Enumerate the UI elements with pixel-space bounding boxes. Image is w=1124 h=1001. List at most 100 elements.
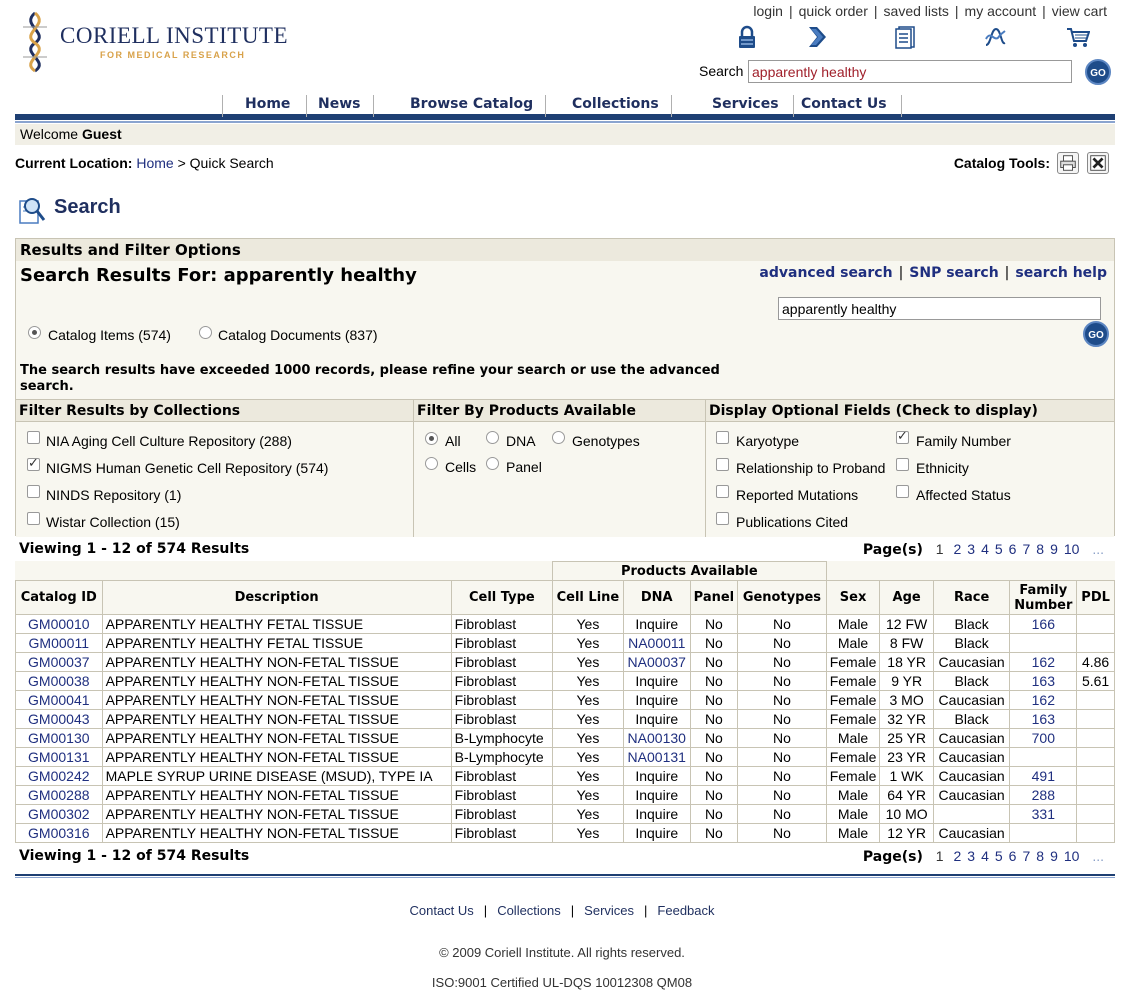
col-panel[interactable]: Panel: [689, 580, 739, 615]
page-link[interactable]: 8: [1036, 848, 1044, 864]
footer-contact-us[interactable]: Contact Us: [409, 903, 473, 918]
saved-lists-link[interactable]: saved lists: [884, 3, 949, 19]
cell-catalog-id[interactable]: GM00038: [28, 673, 89, 689]
excel-icon[interactable]: [1087, 152, 1109, 174]
page-link[interactable]: 2: [953, 848, 961, 864]
col-dna[interactable]: DNA: [622, 580, 691, 615]
cell-catalog-id[interactable]: GM00288: [28, 787, 89, 803]
dna-icon[interactable]: [983, 25, 1007, 49]
page-link[interactable]: 4: [981, 848, 989, 864]
view-cart-link[interactable]: view cart: [1052, 3, 1107, 19]
cell-dna[interactable]: NA00037: [628, 654, 686, 670]
field-relationship-checkbox[interactable]: [716, 458, 729, 471]
col-family-number[interactable]: Family Number: [1009, 580, 1078, 615]
page-link[interactable]: 7: [1022, 541, 1030, 557]
cell-family-number[interactable]: 700: [1032, 730, 1055, 746]
field-karyotype-checkbox[interactable]: [716, 431, 729, 444]
advanced-search-link[interactable]: advanced search: [759, 265, 892, 281]
cell-catalog-id[interactable]: GM00242: [28, 768, 89, 784]
product-dna-radio[interactable]: [486, 431, 499, 444]
refine-search-input[interactable]: [778, 297, 1101, 320]
cell-dna[interactable]: NA00131: [628, 749, 686, 765]
field-ethnicity-checkbox[interactable]: [896, 458, 909, 471]
cell-family-number[interactable]: 288: [1032, 787, 1055, 803]
cell-catalog-id[interactable]: GM00041: [28, 692, 89, 708]
nav-news[interactable]: News: [305, 95, 375, 117]
header-search-input[interactable]: [748, 60, 1072, 83]
field-publications-checkbox[interactable]: [716, 512, 729, 525]
footer-services[interactable]: Services: [584, 903, 634, 918]
cell-catalog-id[interactable]: GM00316: [28, 825, 89, 841]
page-link[interactable]: 7: [1022, 848, 1030, 864]
footer-feedback[interactable]: Feedback: [657, 903, 714, 918]
product-cells-radio[interactable]: [425, 457, 438, 470]
page-link[interactable]: 6: [1009, 541, 1017, 557]
snp-search-link[interactable]: SNP search: [909, 265, 998, 281]
field-family-number-checkbox[interactable]: [896, 428, 909, 444]
nav-home[interactable]: Home: [222, 95, 308, 117]
footer-collections[interactable]: Collections: [497, 903, 561, 918]
page-link[interactable]: 5: [995, 848, 1003, 864]
product-all-radio[interactable]: [425, 432, 438, 445]
quick-order-arrow-icon[interactable]: [805, 25, 829, 49]
page-link[interactable]: 10: [1064, 541, 1080, 557]
cart-icon[interactable]: [1066, 25, 1090, 49]
product-panel-radio[interactable]: [486, 457, 499, 470]
col-cell-type[interactable]: Cell Type: [450, 580, 554, 615]
cell-family-number[interactable]: 491: [1032, 768, 1055, 784]
nav-contact-us[interactable]: Contact Us: [787, 95, 902, 117]
header-go-button[interactable]: GO: [1085, 59, 1111, 85]
product-genotypes-radio[interactable]: [552, 431, 565, 444]
quick-order-link[interactable]: quick order: [799, 3, 868, 19]
cell-family-number[interactable]: 162: [1032, 692, 1055, 708]
cell-family-number[interactable]: 331: [1032, 806, 1055, 822]
page-link[interactable]: 3: [967, 848, 975, 864]
page-link[interactable]: 9: [1050, 848, 1058, 864]
col-race[interactable]: Race: [932, 580, 1011, 615]
cell-dna[interactable]: NA00011: [628, 635, 685, 651]
scope-catalog-items-radio[interactable]: [28, 326, 41, 339]
col-age[interactable]: Age: [879, 580, 934, 615]
cell-catalog-id[interactable]: GM00043: [28, 711, 89, 727]
nav-services[interactable]: Services: [698, 95, 794, 117]
cell-catalog-id[interactable]: GM00131: [28, 749, 89, 765]
cell-family-number[interactable]: 166: [1032, 616, 1055, 632]
col-sex[interactable]: Sex: [825, 580, 881, 615]
cell-catalog-id[interactable]: GM00037: [28, 654, 89, 670]
col-genotypes[interactable]: Genotypes: [737, 580, 827, 615]
col-description[interactable]: Description: [101, 580, 452, 615]
page-link[interactable]: 9: [1050, 541, 1058, 557]
collection-nia-checkbox[interactable]: [27, 431, 40, 444]
collection-wistar-checkbox[interactable]: [27, 512, 40, 525]
my-account-link[interactable]: my account: [965, 3, 1037, 19]
cell-family-number[interactable]: 162: [1032, 654, 1055, 670]
nav-collections[interactable]: Collections: [560, 95, 672, 117]
page-link[interactable]: 6: [1009, 848, 1017, 864]
refine-go-button[interactable]: GO: [1083, 321, 1109, 347]
cell-catalog-id[interactable]: GM00302: [28, 806, 89, 822]
lock-icon[interactable]: [735, 25, 759, 49]
field-reported-mutations-checkbox[interactable]: [716, 485, 729, 498]
cell-dna[interactable]: NA00130: [628, 730, 686, 746]
search-help-link[interactable]: search help: [1015, 265, 1107, 281]
page-link[interactable]: 10: [1064, 848, 1080, 864]
login-link[interactable]: login: [753, 3, 783, 19]
cell-catalog-id[interactable]: GM00010: [28, 616, 89, 632]
page-more-link[interactable]: ...: [1092, 848, 1104, 864]
nav-browse-catalog[interactable]: Browse Catalog: [398, 95, 547, 117]
page-link[interactable]: 8: [1036, 541, 1044, 557]
collection-ninds-checkbox[interactable]: [27, 485, 40, 498]
coriell-logo[interactable]: Coriell Institute FOR MEDICAL RESEARCH: [15, 11, 288, 73]
cell-family-number[interactable]: 163: [1032, 673, 1055, 689]
col-cell-line[interactable]: Cell Line: [552, 580, 624, 615]
breadcrumb-home[interactable]: Home: [136, 155, 173, 171]
cell-catalog-id[interactable]: GM00011: [29, 635, 89, 651]
scope-catalog-documents-radio[interactable]: [199, 326, 212, 339]
page-link[interactable]: 3: [967, 541, 975, 557]
col-pdl[interactable]: PDL: [1076, 580, 1115, 615]
print-icon[interactable]: [1057, 152, 1079, 174]
cell-family-number[interactable]: 163: [1032, 711, 1055, 727]
page-link[interactable]: 5: [995, 541, 1003, 557]
cell-catalog-id[interactable]: GM00130: [28, 730, 89, 746]
page-link[interactable]: 2: [953, 541, 961, 557]
